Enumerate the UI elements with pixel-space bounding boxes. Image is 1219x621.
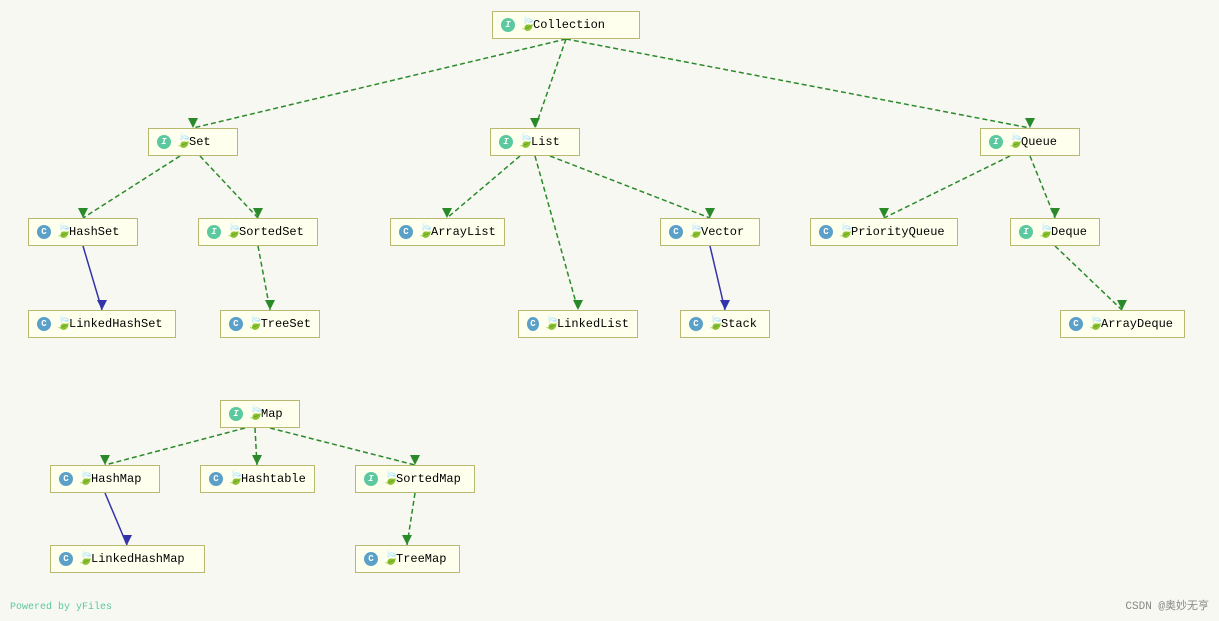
- label-linkedhashset: LinkedHashSet: [69, 317, 163, 331]
- icon-class-treeset: C: [229, 317, 243, 331]
- label-map: Map: [261, 407, 283, 421]
- label-arraylist: ArrayList: [431, 225, 496, 239]
- label-queue: Queue: [1021, 135, 1057, 149]
- label-deque: Deque: [1051, 225, 1087, 239]
- label-hashmap: HashMap: [91, 472, 141, 486]
- node-stack: C 🍃 Stack: [680, 310, 770, 338]
- node-sortedset: I 🍃 SortedSet: [198, 218, 318, 246]
- node-arraydeque: C 🍃 ArrayDeque: [1060, 310, 1185, 338]
- node-list: I 🍃 List: [490, 128, 580, 156]
- node-map: I 🍃 Map: [220, 400, 300, 428]
- label-sortedset: SortedSet: [239, 225, 304, 239]
- icon-interface-sortedset: I: [207, 225, 221, 239]
- label-priorityqueue: PriorityQueue: [851, 225, 945, 239]
- diagram-container: I 🍃 Collection I 🍃 Set I 🍃 List I 🍃 Queu…: [0, 0, 1219, 621]
- node-hashset: C 🍃 HashSet: [28, 218, 138, 246]
- icon-interface-sortedmap: I: [364, 472, 378, 486]
- label-hashtable: Hashtable: [241, 472, 306, 486]
- node-set: I 🍃 Set: [148, 128, 238, 156]
- node-sortedmap: I 🍃 SortedMap: [355, 465, 475, 493]
- node-linkedhashmap: C 🍃 LinkedHashMap: [50, 545, 205, 573]
- label-linkedhashmap: LinkedHashMap: [91, 552, 185, 566]
- label-hashset: HashSet: [69, 225, 119, 239]
- label-set: Set: [189, 135, 211, 149]
- label-vector: Vector: [701, 225, 744, 239]
- node-hashtable: C 🍃 Hashtable: [200, 465, 315, 493]
- node-arraylist: C 🍃 ArrayList: [390, 218, 505, 246]
- icon-interface-list: I: [499, 135, 513, 149]
- icon-class-arraydeque: C: [1069, 317, 1083, 331]
- icon-class-linkedlist: C: [527, 317, 539, 331]
- icon-class-priorityqueue: C: [819, 225, 833, 239]
- node-priorityqueue: C 🍃 PriorityQueue: [810, 218, 958, 246]
- node-linkedhashset: C 🍃 LinkedHashSet: [28, 310, 176, 338]
- icon-class-linkedhashset: C: [37, 317, 51, 331]
- icon-class-linkedhashmap: C: [59, 552, 73, 566]
- node-queue: I 🍃 Queue: [980, 128, 1080, 156]
- icon-class-hashmap: C: [59, 472, 73, 486]
- node-treeset: C 🍃 TreeSet: [220, 310, 320, 338]
- icon-interface-collection: I: [501, 18, 515, 32]
- icon-class-arraylist: C: [399, 225, 413, 239]
- powered-by: Powered by yFiles: [10, 602, 112, 613]
- label-collection: Collection: [533, 18, 605, 32]
- icon-interface-deque: I: [1019, 225, 1033, 239]
- label-stack: Stack: [721, 317, 757, 331]
- icon-class-treemap: C: [364, 552, 378, 566]
- node-deque: I 🍃 Deque: [1010, 218, 1100, 246]
- label-arraydeque: ArrayDeque: [1101, 317, 1173, 331]
- icon-interface-queue: I: [989, 135, 1003, 149]
- node-linkedlist: C 🍃 LinkedList: [518, 310, 638, 338]
- icon-class-hashtable: C: [209, 472, 223, 486]
- node-vector: C 🍃 Vector: [660, 218, 760, 246]
- label-linkedlist: LinkedList: [557, 317, 629, 331]
- watermark: CSDN @奥妙无亨: [1125, 597, 1209, 613]
- node-collection: I 🍃 Collection: [492, 11, 640, 39]
- icon-class-stack: C: [689, 317, 703, 331]
- node-hashmap: C 🍃 HashMap: [50, 465, 160, 493]
- label-treeset: TreeSet: [261, 317, 311, 331]
- icon-interface-map: I: [229, 407, 243, 421]
- icon-interface-set: I: [157, 135, 171, 149]
- label-list: List: [531, 135, 560, 149]
- icon-class-hashset: C: [37, 225, 51, 239]
- label-treemap: TreeMap: [396, 552, 446, 566]
- label-sortedmap: SortedMap: [396, 472, 461, 486]
- node-treemap: C 🍃 TreeMap: [355, 545, 460, 573]
- icon-class-vector: C: [669, 225, 683, 239]
